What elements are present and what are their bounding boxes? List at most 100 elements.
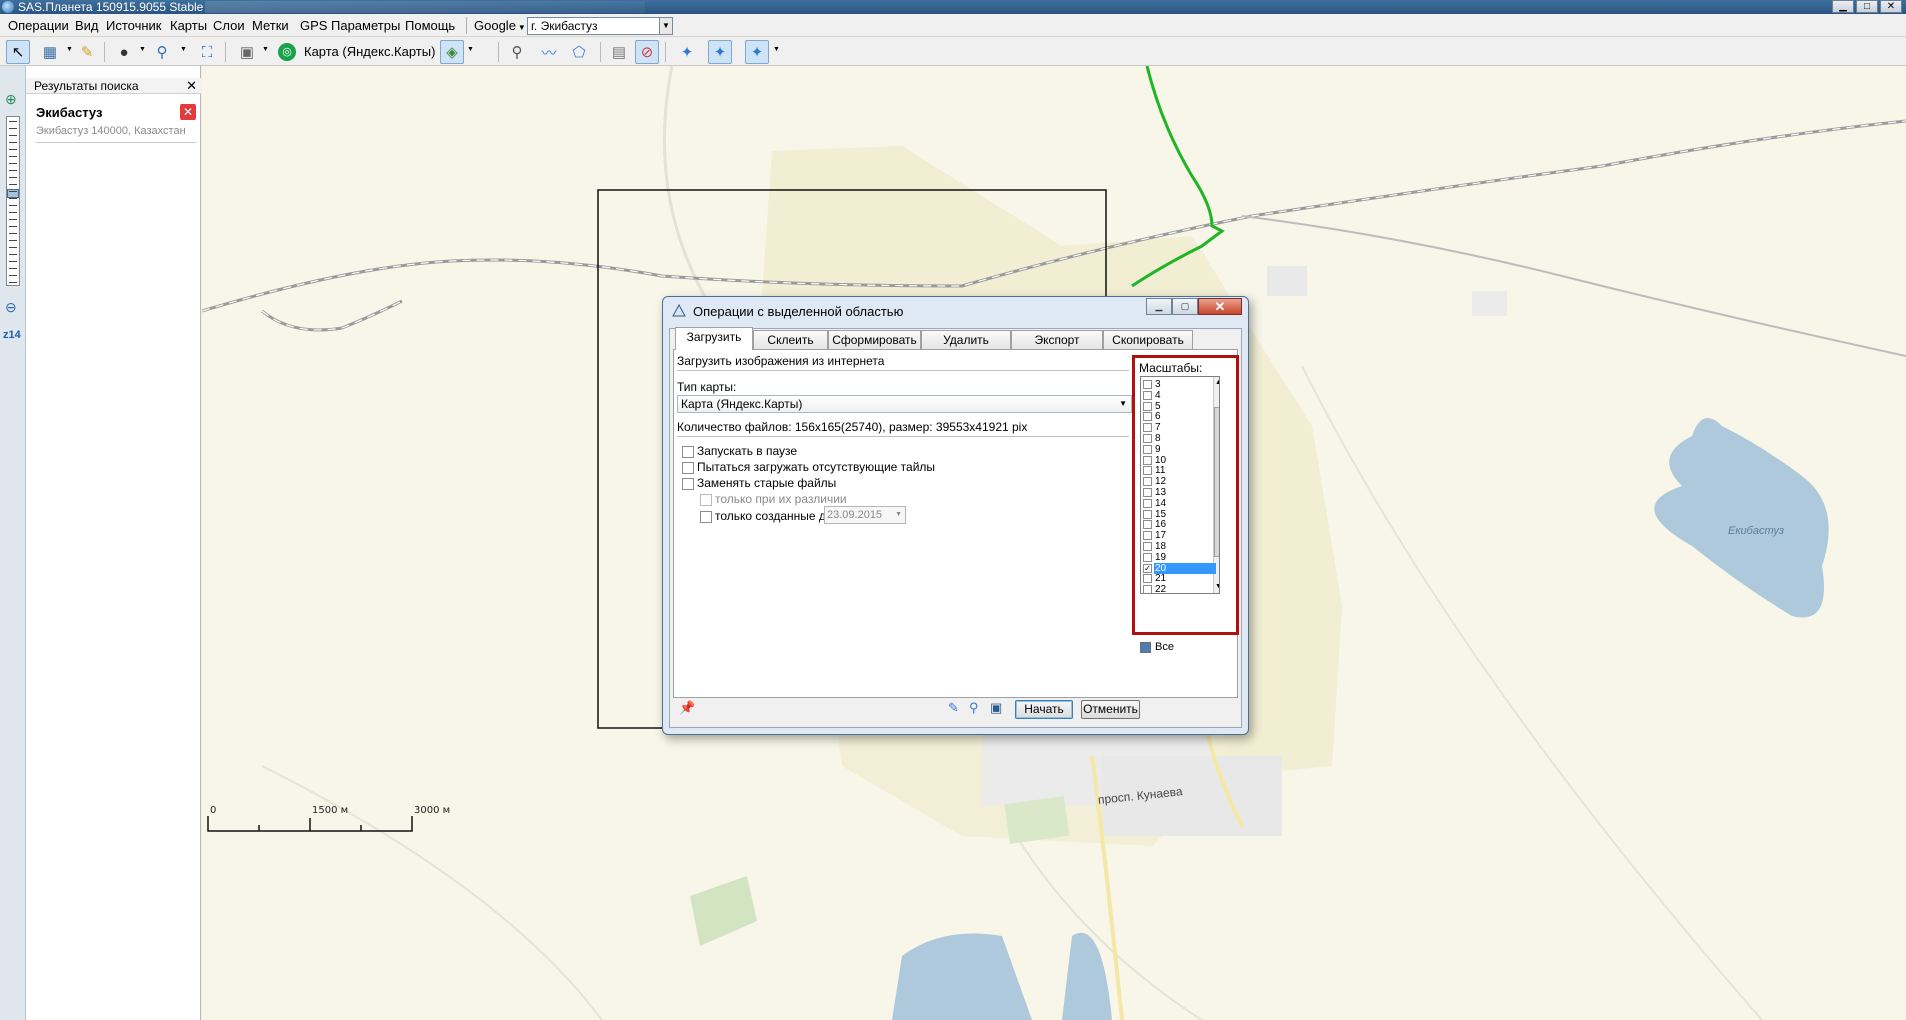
scale-checkbox[interactable]: [1143, 444, 1152, 454]
gps-track-button[interactable]: ✦: [708, 40, 732, 64]
scale-item[interactable]: ✓ 20: [1143, 562, 1216, 574]
gps-button[interactable]: ✦: [675, 40, 699, 64]
zoom-tool-button[interactable]: ⚲: [150, 40, 174, 64]
polygon-button[interactable]: ⬠: [567, 40, 591, 64]
start-paused-checkbox[interactable]: Запускать в паузе: [682, 445, 797, 458]
scale-item[interactable]: 21: [1143, 573, 1216, 584]
globe-button[interactable]: ●: [112, 40, 136, 64]
scale-item[interactable]: 22: [1143, 584, 1216, 593]
gps-center-button[interactable]: ✦: [745, 40, 769, 64]
dialog-maximize-button[interactable]: ▢: [1172, 298, 1198, 315]
replace-old-checkbox[interactable]: Заменять старые файлы: [682, 477, 836, 490]
zoom-out-icon[interactable]: ⊖: [5, 299, 17, 316]
pointer-tool-button[interactable]: ↖: [6, 40, 30, 64]
menu-gps[interactable]: GPS: [300, 14, 327, 37]
menu-source[interactable]: Источник: [106, 14, 162, 37]
scale-checkbox[interactable]: [1143, 488, 1152, 497]
zoom-in-icon[interactable]: ⊕: [5, 91, 17, 108]
checkbox-box[interactable]: [682, 461, 694, 474]
scale-item[interactable]: 18: [1143, 541, 1216, 552]
scale-checkbox[interactable]: [1143, 434, 1152, 443]
search-provider-dropdown[interactable]: Google ▼: [474, 17, 526, 34]
scale-checkbox[interactable]: [1143, 574, 1152, 584]
menu-help[interactable]: Помощь: [405, 14, 455, 37]
scale-checkbox[interactable]: [1143, 509, 1152, 519]
scale-item[interactable]: 19: [1143, 552, 1216, 563]
menu-view[interactable]: Вид: [75, 14, 99, 37]
date-picker[interactable]: 23.09.2015 ▼: [824, 506, 906, 524]
start-button[interactable]: Начать: [1015, 700, 1073, 719]
select-all-scales-checkbox[interactable]: Все: [1140, 641, 1174, 653]
tab-generate[interactable]: Сформировать: [828, 330, 921, 349]
scale-item[interactable]: 11: [1143, 465, 1216, 476]
map-type-selector[interactable]: Карта (Яндекс.Карты) ▼: [304, 43, 446, 64]
select-area-button[interactable]: ▦: [38, 40, 62, 64]
cancel-button[interactable]: Отменить: [1081, 700, 1140, 719]
search-result-title[interactable]: Экибастуз: [36, 105, 102, 120]
scale-checkbox[interactable]: [1143, 380, 1152, 389]
retry-missing-checkbox[interactable]: Пытаться загружать отсутствующие тайлы: [682, 461, 935, 474]
layers-button[interactable]: ◈: [440, 40, 464, 64]
chevron-down-icon[interactable]: ▼: [139, 46, 146, 53]
chevron-down-icon[interactable]: ▼: [180, 46, 187, 53]
dialog-minimize-button[interactable]: ▁: [1146, 298, 1172, 315]
tab-delete[interactable]: Удалить: [921, 330, 1011, 349]
checkbox-box[interactable]: [700, 510, 712, 523]
scale-checkbox[interactable]: [1143, 531, 1152, 541]
scale-item[interactable]: 13: [1143, 487, 1216, 498]
close-window-button[interactable]: ✕: [1880, 0, 1902, 13]
checkbox-box[interactable]: [1140, 641, 1151, 653]
menu-operations[interactable]: Операции: [8, 14, 69, 37]
chevron-down-icon[interactable]: ▼: [262, 46, 269, 53]
scale-checkbox[interactable]: [1143, 552, 1152, 562]
minimize-button[interactable]: ▁: [1832, 0, 1854, 13]
tab-download[interactable]: Загрузить: [675, 327, 753, 350]
fullscreen-button[interactable]: ⛶: [195, 40, 219, 64]
scale-item[interactable]: 3: [1143, 379, 1216, 390]
scale-item[interactable]: 4: [1143, 390, 1216, 401]
ruler-button[interactable]: ✎: [75, 40, 99, 64]
chevron-down-icon[interactable]: ▼: [467, 46, 474, 53]
scale-checkbox[interactable]: [1143, 498, 1152, 508]
scale-item[interactable]: 6: [1143, 411, 1216, 422]
tool-link-icon[interactable]: ✎: [948, 700, 959, 716]
save-icon[interactable]: ▣: [990, 700, 1002, 716]
scale-item[interactable]: 9: [1143, 444, 1216, 455]
scale-checkbox[interactable]: ✓: [1143, 563, 1152, 573]
search-dropdown-button[interactable]: ▼: [659, 17, 673, 35]
pin-icon[interactable]: 📌: [679, 700, 695, 716]
chevron-down-icon[interactable]: ▼: [773, 46, 780, 53]
scale-checkbox[interactable]: [1143, 477, 1152, 487]
menu-marks[interactable]: Метки: [252, 14, 289, 37]
path-button[interactable]: 〰: [537, 40, 561, 64]
scale-item[interactable]: 5: [1143, 401, 1216, 412]
scale-checkbox[interactable]: [1143, 412, 1152, 422]
scale-checkbox[interactable]: [1143, 401, 1152, 411]
remove-result-button[interactable]: ✕: [180, 104, 196, 120]
placemark-list-button[interactable]: ▤: [607, 40, 631, 64]
checkbox-box[interactable]: [682, 445, 694, 458]
scale-item[interactable]: 17: [1143, 530, 1216, 541]
menu-layers[interactable]: Слои: [213, 14, 245, 37]
scale-checkbox[interactable]: [1143, 520, 1152, 530]
tab-copy[interactable]: Скопировать: [1103, 330, 1193, 349]
scale-item[interactable]: 8: [1143, 433, 1216, 444]
checkbox-box[interactable]: [682, 477, 694, 490]
search-input[interactable]: г. Экибастуз: [527, 17, 673, 35]
close-panel-button[interactable]: ✕: [186, 78, 197, 94]
scale-checkbox[interactable]: [1143, 423, 1152, 433]
scale-item[interactable]: 12: [1143, 476, 1216, 487]
hide-marks-button[interactable]: ⊘: [635, 40, 659, 64]
menu-maps[interactable]: Карты: [170, 14, 207, 37]
scale-item[interactable]: 15: [1143, 509, 1216, 520]
scale-checkbox[interactable]: [1143, 542, 1152, 551]
scale-item[interactable]: 10: [1143, 455, 1216, 466]
scales-list[interactable]: ▲ ▼ 345678910111213141516171819✓202122: [1140, 376, 1220, 594]
satellite-button[interactable]: ▣: [235, 40, 259, 64]
dialog-close-button[interactable]: ✕: [1198, 298, 1242, 315]
maximize-button[interactable]: □: [1856, 0, 1878, 13]
chevron-down-icon[interactable]: ▼: [66, 46, 73, 53]
placemark-button[interactable]: ⚲: [505, 40, 529, 64]
tab-combine[interactable]: Склеить: [753, 330, 828, 349]
scale-checkbox[interactable]: [1143, 455, 1152, 465]
